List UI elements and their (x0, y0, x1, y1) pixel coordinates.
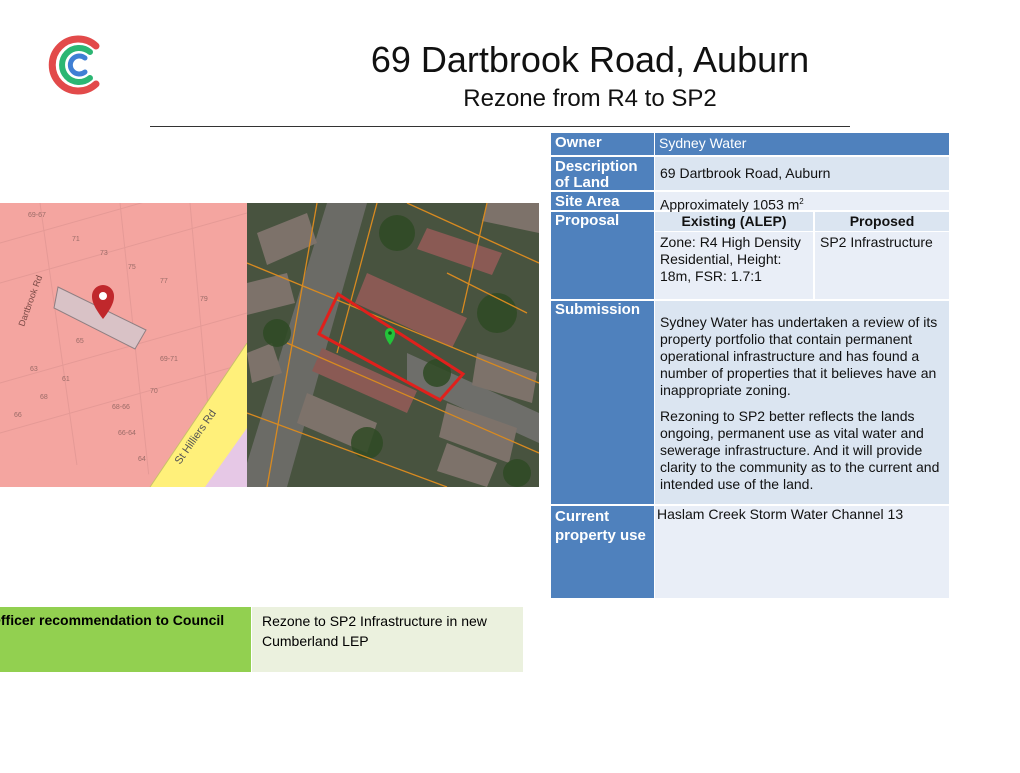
current-use-value: Haslam Creek Storm Water Channel 13 (655, 506, 949, 598)
lot-number: 65 (76, 338, 84, 345)
lot-number: 69-71 (160, 356, 178, 363)
page-title: 69 Dartbrook Road, Auburn (370, 39, 810, 80)
site-area-unit: 2 (799, 197, 804, 206)
lot-number: 64 (138, 456, 146, 463)
existing-value: Zone: R4 High Density Residential, Heigh… (655, 232, 813, 299)
lot-number: 75 (128, 264, 136, 271)
proposed-header: Proposed (815, 212, 949, 231)
recommendation-value: Rezone to SP2 Infrastructure in new Cumb… (252, 607, 523, 672)
lot-number: 63 (30, 366, 38, 373)
site-area-label: Site Area (551, 192, 654, 210)
site-area-value: Approximately 1053 m2 (655, 192, 949, 213)
submission-paragraph: Sydney Water has undertaken a review of … (660, 314, 938, 398)
owner-label: Owner (551, 133, 654, 155)
owner-value: Sydney Water (655, 133, 949, 155)
lot-number: 68-66 (112, 404, 130, 411)
submission-value: Sydney Water has undertaken a review of … (655, 301, 949, 504)
description-value: 69 Dartbrook Road, Auburn (655, 157, 949, 190)
lot-number: 73 (100, 250, 108, 257)
submission-label: Submission (551, 301, 654, 504)
proposed-value: SP2 Infrastructure (815, 232, 949, 299)
recommendation-label: Officer recommendation to Council (0, 607, 251, 672)
lot-number: 66 (14, 412, 22, 419)
description-label: Description of Land (551, 157, 654, 191)
lot-number: 77 (160, 278, 168, 285)
existing-header: Existing (ALEP) (655, 212, 813, 231)
cumberland-c-logo-icon (48, 35, 100, 95)
page-subtitle: Rezone from R4 to SP2 (463, 85, 717, 112)
title-divider (150, 126, 850, 127)
proposal-label: Proposal (551, 212, 654, 299)
current-use-label: Current property use (551, 506, 654, 598)
lot-number: 79 (200, 296, 208, 303)
lot-number: 66-64 (118, 430, 136, 437)
lot-number: 68 (40, 394, 48, 401)
lot-number: 61 (62, 376, 70, 383)
zoning-map: 69-67 71 73 75 77 79 63 61 65 68 66 70 6… (0, 203, 247, 487)
aerial-map (247, 203, 539, 487)
lot-number: 69-67 (28, 212, 46, 219)
lot-number: 70 (150, 388, 158, 395)
lot-number: 71 (72, 236, 80, 243)
submission-paragraph: Rezoning to SP2 better reflects the land… (660, 408, 940, 492)
